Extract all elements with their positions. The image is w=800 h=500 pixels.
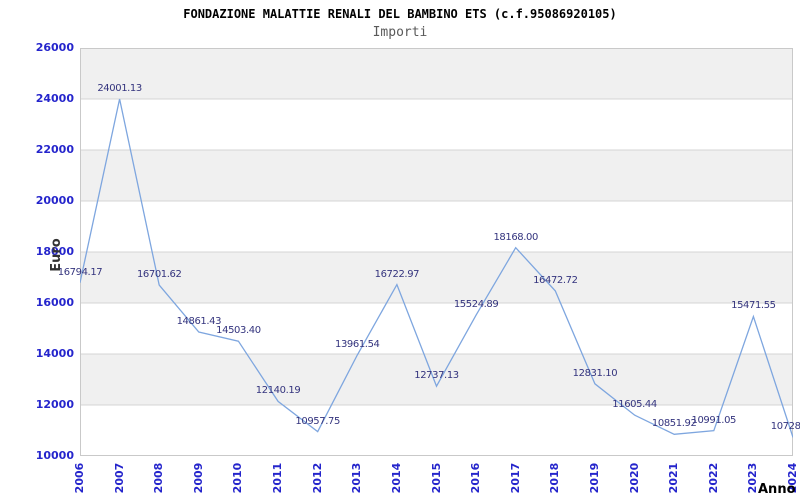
x-tick-label: 2017: [508, 462, 522, 494]
value-label: 12140.19: [255, 385, 301, 397]
x-tick-label: 2007: [112, 462, 126, 494]
value-label: 12737.13: [414, 370, 459, 382]
value-label: 10957.75: [295, 415, 340, 427]
plot-area: [79, 48, 794, 456]
y-tick-label: 24000: [35, 92, 74, 105]
x-tick-label: 2019: [587, 462, 601, 494]
y-axis-title: Euro: [49, 238, 64, 272]
chart-canvas: FONDAZIONE MALATTIE RENALI DEL BAMBINO E…: [0, 0, 800, 500]
x-tick-label: 2013: [350, 462, 364, 494]
x-tick-label: 2015: [429, 462, 443, 494]
y-tick-label: 12000: [35, 398, 74, 411]
y-tick-label: 16000: [35, 296, 74, 309]
x-tick-label: 2021: [667, 462, 681, 494]
value-label: 16722.97: [374, 268, 420, 280]
chart-svg: [79, 48, 794, 456]
grid-band: [80, 201, 793, 252]
x-tick-label: 2022: [706, 462, 720, 494]
x-tick-label: 2009: [191, 462, 205, 494]
x-tick-label: 2020: [627, 462, 641, 494]
x-tick-label: 2006: [73, 462, 86, 494]
y-tick-label: 22000: [35, 143, 74, 156]
y-tick-label: 10000: [35, 449, 74, 462]
x-tick-label: 2010: [231, 462, 245, 494]
x-tick-label: 2018: [548, 462, 562, 494]
x-tick-label: 2008: [152, 462, 166, 494]
grid-band: [80, 405, 793, 456]
value-label: 13961.54: [335, 338, 380, 350]
chart-subtitle: Importi: [372, 25, 428, 40]
value-label: 10728.00: [770, 421, 800, 433]
value-label: 12831.10: [572, 367, 618, 379]
x-tick-label: 2012: [310, 462, 324, 494]
value-label: 11605.44: [612, 399, 657, 411]
y-tick-label: 20000: [35, 194, 74, 207]
value-label: 15524.89: [453, 299, 499, 311]
x-tick-label: 2014: [389, 462, 403, 494]
chart-title: FONDAZIONE MALATTIE RENALI DEL BAMBINO E…: [183, 7, 617, 21]
value-label: 15471.55: [731, 300, 776, 312]
x-axis-title: Anno: [758, 482, 796, 497]
y-tick-label: 14000: [35, 347, 74, 360]
y-tick-label: 26000: [35, 41, 74, 54]
value-label: 24001.13: [97, 82, 142, 94]
grid-band: [80, 150, 793, 201]
value-label: 16701.62: [136, 269, 182, 281]
value-label: 16472.72: [533, 274, 578, 286]
x-tick-label: 2011: [271, 462, 285, 494]
x-tick-label: 2016: [469, 462, 483, 494]
grid-band: [80, 99, 793, 150]
value-label: 18168.00: [493, 231, 538, 243]
grid-band: [80, 48, 793, 99]
value-label: 14503.40: [216, 325, 261, 337]
